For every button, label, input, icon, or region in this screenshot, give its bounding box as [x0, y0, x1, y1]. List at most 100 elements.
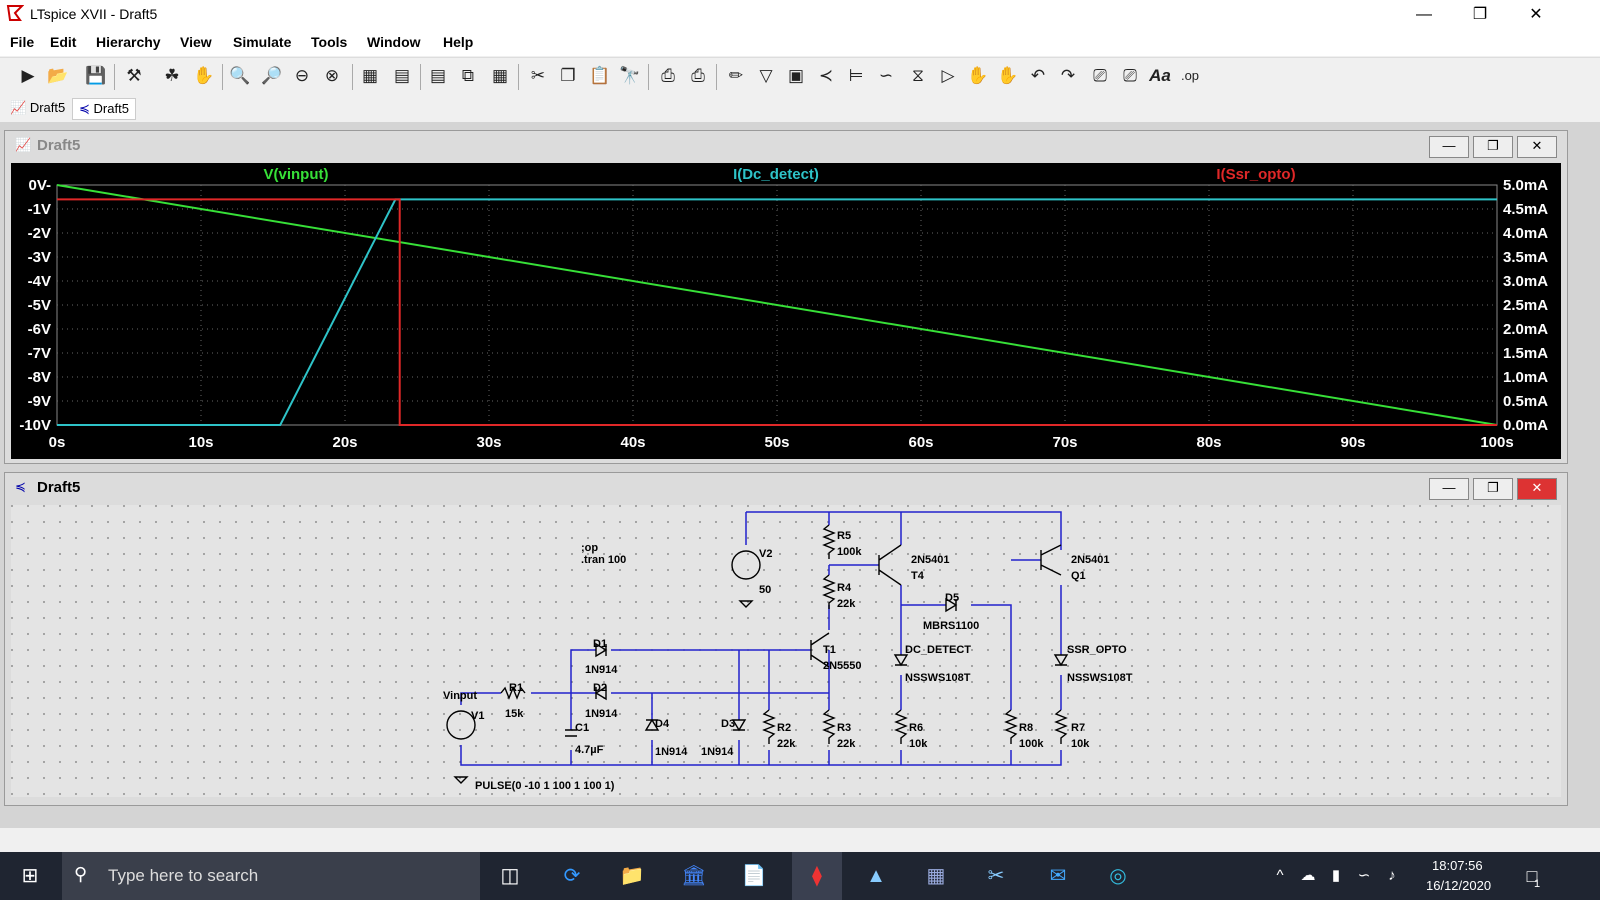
clock-time[interactable]: 18:07:56 [1432, 858, 1483, 873]
cascade-icon[interactable]: ⧉ [456, 64, 480, 88]
menu-bar: File Edit Hierarchy View Simulate Tools … [0, 30, 1600, 56]
cut-icon[interactable]: ✂ [526, 64, 550, 88]
zoom-out-icon[interactable]: ⊖ [290, 64, 314, 88]
y-right-tick-label: 0.0mA [1503, 417, 1548, 434]
save-icon[interactable]: 💾 [84, 64, 108, 88]
capacitor-icon[interactable]: ⊨ [844, 64, 868, 88]
menu-window[interactable]: Window [367, 34, 421, 50]
open-folder-icon[interactable]: 📂 [46, 64, 70, 88]
diode-icon[interactable]: ⧖ [906, 64, 930, 88]
waveform-plot[interactable]: 0s 10s 20s 30s 40s 50s 60s 70s 80s 90s 100s 0V- 5.0m… [11, 163, 1561, 459]
run-icon[interactable]: ▶ [16, 64, 40, 88]
task-view-icon[interactable]: ◫ [494, 860, 526, 892]
redo-icon[interactable]: ↷ [1056, 64, 1080, 88]
y-left-tick-label: 0V- [28, 177, 51, 194]
print-icon[interactable]: ⎙ [656, 64, 680, 88]
schematic-maximize-button[interactable]: ❐ [1473, 478, 1513, 500]
minimize-button[interactable]: — [1396, 0, 1452, 30]
text-icon[interactable]: Aa [1148, 64, 1172, 88]
label-vinput: Vinput [443, 690, 477, 702]
print-preview-icon[interactable]: ⎙ [686, 64, 710, 88]
copy-icon[interactable]: ❐ [556, 64, 580, 88]
paste-icon[interactable]: 📋 [588, 64, 612, 88]
zoom-fit-icon[interactable]: ⊗ [320, 64, 344, 88]
trace-label-dc-detect[interactable]: I(Dc_detect) [733, 166, 819, 183]
grid-icon[interactable]: ▤ [390, 64, 414, 88]
label-t1-value: 2N5550 [823, 660, 862, 672]
drag-hand-icon[interactable]: ✋ [996, 64, 1020, 88]
halt-hand-icon[interactable]: ✋ [192, 64, 216, 88]
windows-start-icon[interactable]: ⊞ [14, 860, 46, 892]
mirror-icon[interactable]: ⎚ [1118, 64, 1142, 88]
file-explorer-icon[interactable]: 📁 [616, 860, 648, 892]
waveform-maximize-button[interactable]: ❐ [1473, 136, 1513, 158]
taskbar-search-box[interactable]: ⚲ Type here to search [62, 852, 480, 900]
autorange-icon[interactable]: ▦ [358, 64, 382, 88]
waveform-close-button[interactable]: ✕ [1517, 136, 1557, 158]
schematic-minimize-button[interactable]: — [1429, 478, 1469, 500]
document-icon[interactable]: 📄 [738, 860, 770, 892]
restore-button[interactable]: ❐ [1452, 0, 1508, 30]
spice-directive-icon[interactable]: .op [1178, 64, 1202, 88]
zoom-in-icon[interactable]: 🔍 [228, 64, 252, 88]
move-hand-icon[interactable]: ✋ [966, 64, 990, 88]
pan-icon[interactable]: 🔎 [260, 64, 284, 88]
control-panel-icon[interactable]: ⚒ [122, 64, 146, 88]
x-tick-label: 60s [908, 434, 933, 451]
trace-label-vinput[interactable]: V(vinput) [264, 166, 329, 183]
volume-icon[interactable]: ♪ [1376, 860, 1408, 892]
label-ssr-opto-value: NSSWS108T [1067, 672, 1133, 684]
label-d1: D1 [593, 638, 607, 650]
tile-horizontal-icon[interactable]: ▤ [426, 64, 450, 88]
mail-icon[interactable]: ✉ [1042, 860, 1074, 892]
find-icon[interactable]: 🔭 [618, 64, 642, 88]
menu-hierarchy[interactable]: Hierarchy [96, 34, 161, 50]
y-right-tick-label: 1.0mA [1503, 369, 1548, 386]
menu-tools[interactable]: Tools [311, 34, 347, 50]
y-right-tick-label: 3.5mA [1503, 249, 1548, 266]
label-d5: D5 [945, 592, 959, 604]
y-left-tick-label: -9V [28, 393, 51, 410]
tile-vertical-icon[interactable]: ▦ [488, 64, 512, 88]
edge-browser-icon[interactable]: ◎ [1102, 860, 1134, 892]
directive-tran[interactable]: .tran 100 [581, 554, 626, 566]
clock-date[interactable]: 16/12/2020 [1426, 878, 1491, 893]
run-sim-icon[interactable]: ☘ [160, 64, 184, 88]
schematic-close-button[interactable]: ✕ [1517, 478, 1557, 500]
directive-op[interactable]: ;op [581, 542, 598, 554]
schematic-canvas[interactable]: ;op .tran 100 Vinput V1 PULSE(0 -10 1 10… [11, 505, 1561, 797]
trace-label-ssr-opto[interactable]: I(Ssr_opto) [1216, 166, 1295, 183]
x-tick-label: 40s [620, 434, 645, 451]
resistor-icon[interactable]: ≺ [814, 64, 838, 88]
ltspice-taskbar-icon[interactable]: ⧫ [792, 852, 842, 900]
inductor-icon[interactable]: ∽ [874, 64, 898, 88]
undo-icon[interactable]: ↶ [1026, 64, 1050, 88]
snipping-tool-icon[interactable]: ✂ [980, 860, 1012, 892]
menu-file[interactable]: File [10, 34, 34, 50]
component-icon[interactable]: ▷ [936, 64, 960, 88]
tab-waveform[interactable]: 📈 Draft5 [4, 98, 71, 118]
schematic-window-icon: ≼ [15, 479, 26, 494]
menu-edit[interactable]: Edit [50, 34, 76, 50]
close-button[interactable]: ✕ [1508, 0, 1564, 30]
calculator-icon[interactable]: ▦ [920, 860, 952, 892]
x-tick-label: 100s [1480, 434, 1513, 451]
label-net-icon[interactable]: ▣ [784, 64, 808, 88]
notifications-icon[interactable]: □ [1516, 860, 1548, 892]
menu-help[interactable]: Help [443, 34, 473, 50]
rotate-icon[interactable]: ⎚ [1088, 64, 1112, 88]
label-r7-value: 10k [1071, 738, 1090, 750]
app-glass-icon[interactable]: ▲ [860, 860, 892, 892]
menu-view[interactable]: View [180, 34, 212, 50]
label-r4: R4 [837, 582, 852, 594]
waveform-minimize-button[interactable]: — [1429, 136, 1469, 158]
tab-schematic[interactable]: ≼ Draft5 [72, 98, 136, 120]
search-placeholder: Type here to search [108, 866, 259, 885]
app-sync-icon[interactable]: ⟳ [556, 860, 588, 892]
search-icon: ⚲ [74, 864, 88, 884]
menu-simulate[interactable]: Simulate [233, 34, 291, 50]
ground-icon[interactable]: ▽ [754, 64, 778, 88]
bank-app-icon[interactable]: 🏛 [678, 860, 710, 892]
label-d3: D3 [721, 718, 735, 730]
draw-wire-icon[interactable]: ✏ [724, 64, 748, 88]
